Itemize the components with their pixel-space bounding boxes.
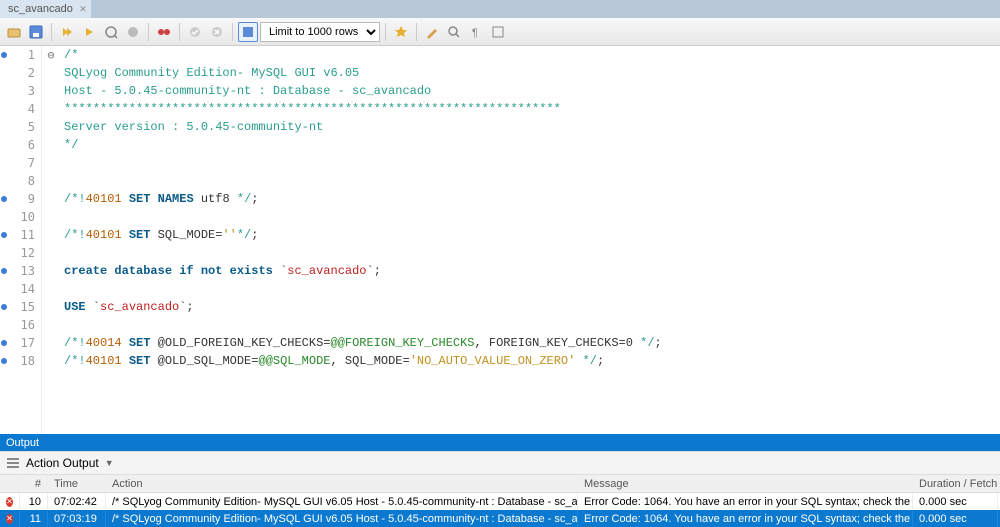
commit-icon[interactable] [185, 22, 205, 42]
separator [51, 23, 52, 41]
svg-text:¶: ¶ [472, 27, 478, 39]
num-cell: 11 [20, 510, 48, 527]
fold-gutter[interactable]: ⊖ [42, 46, 60, 434]
tab-sc-avancado[interactable]: sc_avancado ✕ [0, 0, 91, 18]
error-icon: ✕ [6, 514, 13, 524]
stop-icon[interactable] [154, 22, 174, 42]
action-cell: /* SQLyog Community Edition- MySQL GUI v… [106, 493, 578, 510]
col-num[interactable]: # [20, 475, 48, 492]
col-action[interactable]: Action [106, 475, 578, 492]
duration-cell: 0.000 sec [913, 493, 998, 510]
output-list-icon[interactable] [6, 456, 20, 470]
action-cell: /* SQLyog Community Edition- MySQL GUI v… [106, 510, 578, 527]
output-title: Output [6, 437, 39, 449]
line-number-gutter: 123456789101112131415161718 [10, 46, 42, 434]
error-icon: ✕ [6, 497, 13, 507]
beautify-icon[interactable] [422, 22, 442, 42]
cancel-icon[interactable] [123, 22, 143, 42]
open-file-icon[interactable] [4, 22, 24, 42]
toggle-invisible-icon[interactable]: ¶ [466, 22, 486, 42]
tab-bar: sc_avancado ✕ [0, 0, 1000, 18]
message-cell: Error Code: 1064. You have an error in y… [578, 510, 913, 527]
row-limit-select[interactable]: Limit to 1000 rows [260, 22, 380, 42]
find-icon[interactable] [444, 22, 464, 42]
close-icon[interactable]: ✕ [79, 4, 87, 15]
separator [179, 23, 180, 41]
rollback-icon[interactable] [207, 22, 227, 42]
time-cell: 07:02:42 [48, 493, 106, 510]
message-cell: Error Code: 1064. You have an error in y… [578, 493, 913, 510]
output-grid-header: # Time Action Message Duration / Fetch [0, 475, 1000, 493]
explain-icon[interactable] [101, 22, 121, 42]
chevron-down-icon[interactable]: ▼ [105, 458, 114, 468]
breakpoint-gutter[interactable] [0, 46, 10, 434]
autocommit-toggle-icon[interactable] [238, 22, 258, 42]
status-cell: ✕ [0, 493, 20, 510]
save-icon[interactable] [26, 22, 46, 42]
output-grid: # Time Action Message Duration / Fetch ✕… [0, 475, 1000, 527]
execute-current-icon[interactable] [79, 22, 99, 42]
wrap-icon[interactable] [488, 22, 508, 42]
separator [232, 23, 233, 41]
favorite-icon[interactable] [391, 22, 411, 42]
output-row[interactable]: ✕ 1007:02:42/* SQLyog Community Edition- … [0, 493, 1000, 510]
col-message[interactable]: Message [578, 475, 913, 492]
time-cell: 07:03:19 [48, 510, 106, 527]
separator [416, 23, 417, 41]
num-cell: 10 [20, 493, 48, 510]
output-tab-action[interactable]: Action Output [26, 456, 99, 470]
col-time[interactable]: Time [48, 475, 106, 492]
output-row[interactable]: ✕ 1107:03:19/* SQLyog Community Edition- … [0, 510, 1000, 527]
toolbar: Limit to 1000 rows ¶ [0, 18, 1000, 46]
code-area[interactable]: /*SQLyog Community Edition- MySQL GUI v6… [60, 46, 1000, 434]
output-panel-header[interactable]: Output [0, 434, 1000, 451]
col-status[interactable] [0, 475, 20, 492]
execute-icon[interactable] [57, 22, 77, 42]
tab-label: sc_avancado [8, 3, 73, 15]
separator [385, 23, 386, 41]
separator [148, 23, 149, 41]
duration-cell: 0.000 sec [913, 510, 998, 527]
col-duration[interactable]: Duration / Fetch [913, 475, 998, 492]
output-tabs: Action Output ▼ [0, 451, 1000, 475]
sql-editor[interactable]: 123456789101112131415161718 ⊖ /*SQLyog C… [0, 46, 1000, 434]
status-cell: ✕ [0, 510, 20, 527]
